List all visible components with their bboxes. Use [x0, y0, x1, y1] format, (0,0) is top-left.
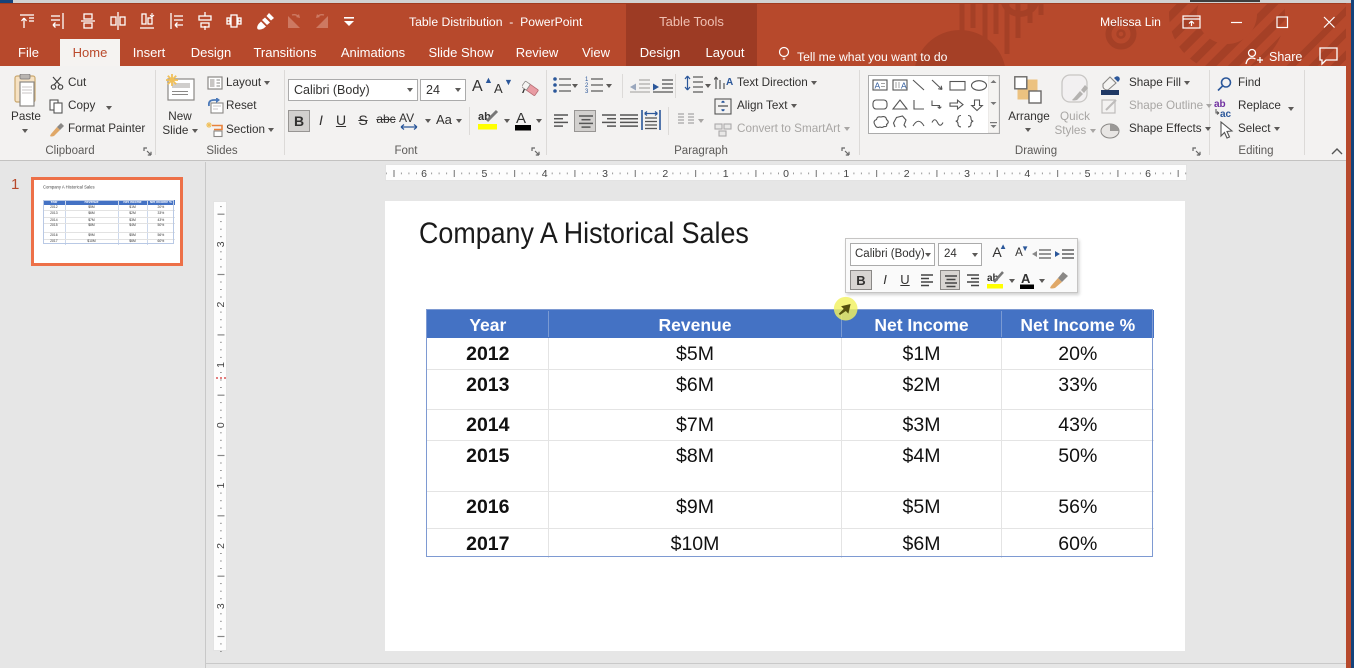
svg-text:1: 1 [843, 168, 849, 180]
svg-text:0: 0 [215, 422, 227, 428]
svg-text:A: A [901, 81, 907, 91]
svg-text:ac: ac [1220, 109, 1232, 118]
svg-text:A: A [516, 110, 526, 127]
svg-text:5: 5 [1084, 168, 1090, 180]
svg-text:4: 4 [1024, 168, 1030, 180]
svg-text:2: 2 [215, 302, 227, 308]
svg-text:AV: AV [399, 111, 414, 125]
svg-text:6: 6 [421, 168, 427, 180]
svg-text:2: 2 [662, 168, 668, 180]
svg-text:3: 3 [585, 89, 589, 94]
svg-text:A: A [726, 77, 733, 88]
svg-text:2: 2 [215, 543, 227, 549]
svg-text:6: 6 [1145, 168, 1151, 180]
svg-text:2: 2 [903, 168, 909, 180]
svg-text:3: 3 [215, 241, 227, 247]
svg-text:1: 1 [215, 483, 227, 489]
svg-text:A: A [1021, 271, 1031, 286]
svg-text:4: 4 [541, 168, 547, 180]
svg-text:1: 1 [722, 168, 728, 180]
svg-text:1: 1 [215, 362, 227, 368]
svg-text:3: 3 [215, 603, 227, 609]
svg-text:3: 3 [602, 168, 608, 180]
svg-text:0: 0 [783, 168, 789, 180]
svg-text:5: 5 [481, 168, 487, 180]
svg-text:3: 3 [964, 168, 970, 180]
svg-text:A: A [875, 81, 881, 91]
